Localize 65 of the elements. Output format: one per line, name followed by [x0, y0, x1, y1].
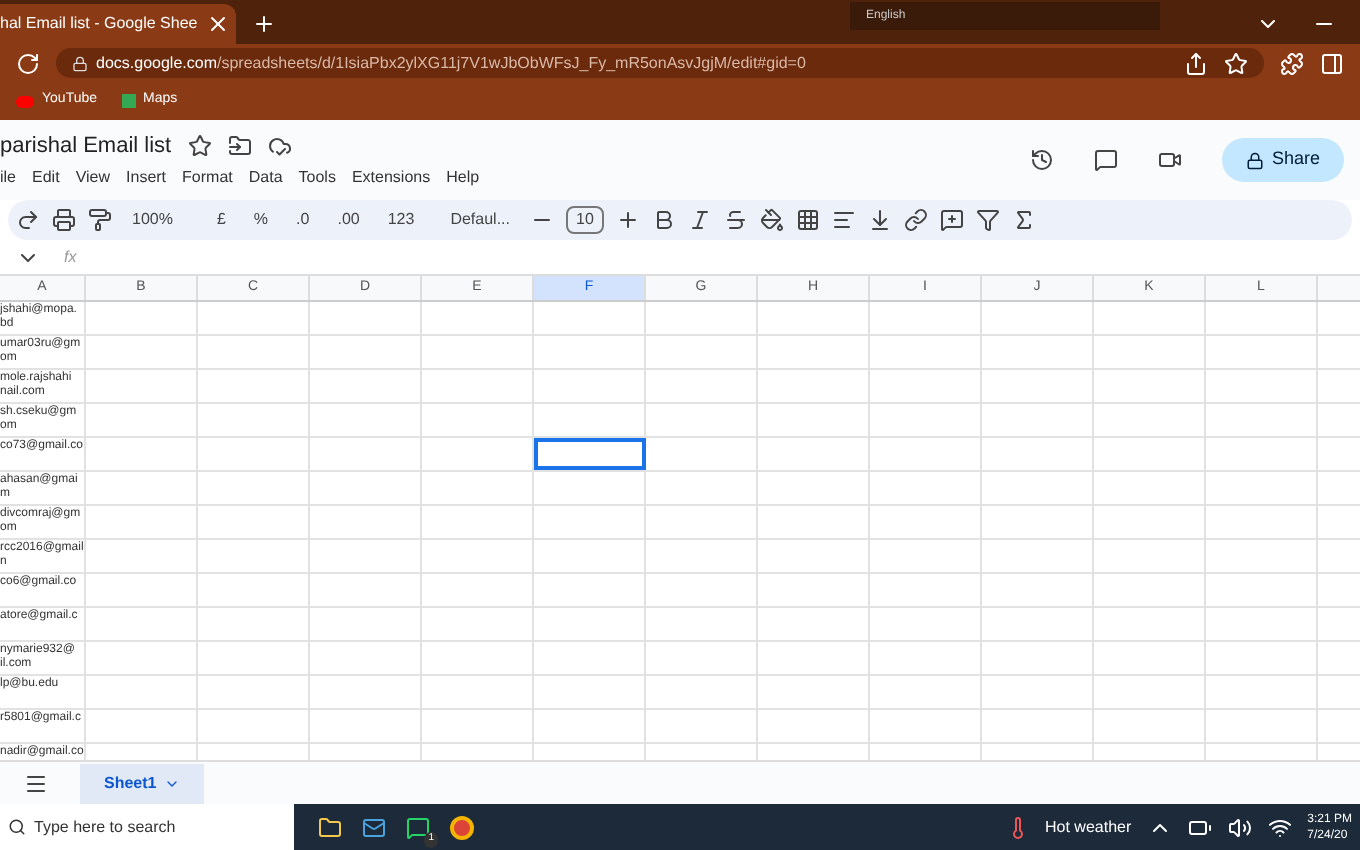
- browser-icon[interactable]: [450, 815, 474, 839]
- speaker-icon[interactable]: [1227, 815, 1252, 839]
- italic-icon[interactable]: [687, 208, 712, 232]
- share-icon[interactable]: [1184, 51, 1208, 75]
- sigma-icon[interactable]: [1011, 208, 1036, 232]
- wifi-icon[interactable]: [1267, 815, 1292, 839]
- increase-decimal-button[interactable]: .00: [329, 208, 368, 232]
- menu-item[interactable]: Format: [182, 166, 233, 191]
- vertical-align-icon[interactable]: [867, 208, 892, 232]
- selected-cell[interactable]: [534, 438, 646, 470]
- redo-icon[interactable]: [16, 208, 40, 232]
- fx-label: fx: [64, 245, 77, 269]
- document-title[interactable]: parishal Email list: [0, 129, 172, 163]
- comment-icon[interactable]: [1093, 148, 1118, 172]
- folder-icon[interactable]: [227, 134, 252, 158]
- comment-add-icon[interactable]: [939, 208, 964, 232]
- address-field[interactable]: docs.google.com/spreadsheets/d/1IsiaPbx2ylXG11j7V1wJbObWFsJ_Fy_mR5onAsvJgjM/edit#gid=0: [56, 48, 1264, 78]
- share-button[interactable]: Share: [1221, 138, 1344, 182]
- font-size-field[interactable]: 10: [566, 206, 604, 234]
- menu-item[interactable]: ile: [0, 166, 17, 191]
- bold-icon[interactable]: [651, 208, 676, 232]
- paint-roller-icon[interactable]: [88, 208, 112, 232]
- lock-icon: [72, 55, 88, 71]
- align-left-icon[interactable]: [831, 208, 856, 232]
- weather-text: Hot weather: [1045, 815, 1132, 839]
- percent-button[interactable]: %: [245, 208, 277, 232]
- chat-icon[interactable]: [406, 815, 430, 839]
- number-format-button[interactable]: 123: [379, 208, 423, 232]
- tab-title: hal Email list - Google Shee: [0, 12, 198, 36]
- url-text: docs.google.com/spreadsheets/d/1IsiaPbx2ylXG11j7V1wJbObWFsJ_Fy_mR5onAsvJgjM/edit#gid=0: [96, 51, 806, 75]
- search-icon: [8, 818, 26, 836]
- zoom-select[interactable]: 100%: [124, 208, 181, 232]
- menu-icon[interactable]: [24, 771, 48, 795]
- battery-icon[interactable]: [1187, 815, 1212, 839]
- decrease-decimal-button[interactable]: .0: [288, 208, 318, 232]
- filter-icon[interactable]: [975, 208, 1000, 232]
- paint-bucket-icon[interactable]: [759, 208, 784, 232]
- browser-tab[interactable]: hal Email list - Google Shee: [0, 4, 236, 44]
- cloud-icon[interactable]: [267, 134, 292, 158]
- side-panel-icon[interactable]: [1320, 51, 1344, 75]
- link-icon[interactable]: [903, 208, 928, 232]
- menu-item[interactable]: Tools: [298, 166, 336, 191]
- taskbar-search-field[interactable]: Type here to search: [0, 804, 294, 850]
- menu-item[interactable]: Help: [446, 166, 480, 191]
- reload-icon[interactable]: [16, 51, 40, 75]
- plus-icon[interactable]: [615, 208, 640, 232]
- mail-icon[interactable]: [362, 815, 386, 839]
- extensions-icon[interactable]: [1280, 51, 1304, 75]
- menu-item[interactable]: View: [75, 166, 111, 191]
- menu-item[interactable]: Insert: [126, 166, 167, 191]
- font-select[interactable]: Defaul...: [442, 208, 518, 232]
- history-icon[interactable]: [1029, 148, 1054, 172]
- close-icon[interactable]: [205, 12, 230, 36]
- sheet-tab[interactable]: Sheet1: [80, 763, 205, 803]
- menu-item[interactable]: Data: [248, 166, 283, 191]
- menu-item[interactable]: Edit: [32, 166, 60, 191]
- video-camera-icon[interactable]: [1157, 148, 1182, 172]
- star-icon[interactable]: [187, 134, 212, 158]
- new-tab-icon[interactable]: [252, 12, 276, 36]
- menu-item[interactable]: Extensions: [351, 166, 431, 191]
- currency-button[interactable]: £: [208, 208, 234, 232]
- borders-icon[interactable]: [795, 208, 820, 232]
- lock-icon: [1245, 151, 1264, 169]
- strikethrough-icon[interactable]: [723, 208, 748, 232]
- print-icon[interactable]: [52, 208, 76, 232]
